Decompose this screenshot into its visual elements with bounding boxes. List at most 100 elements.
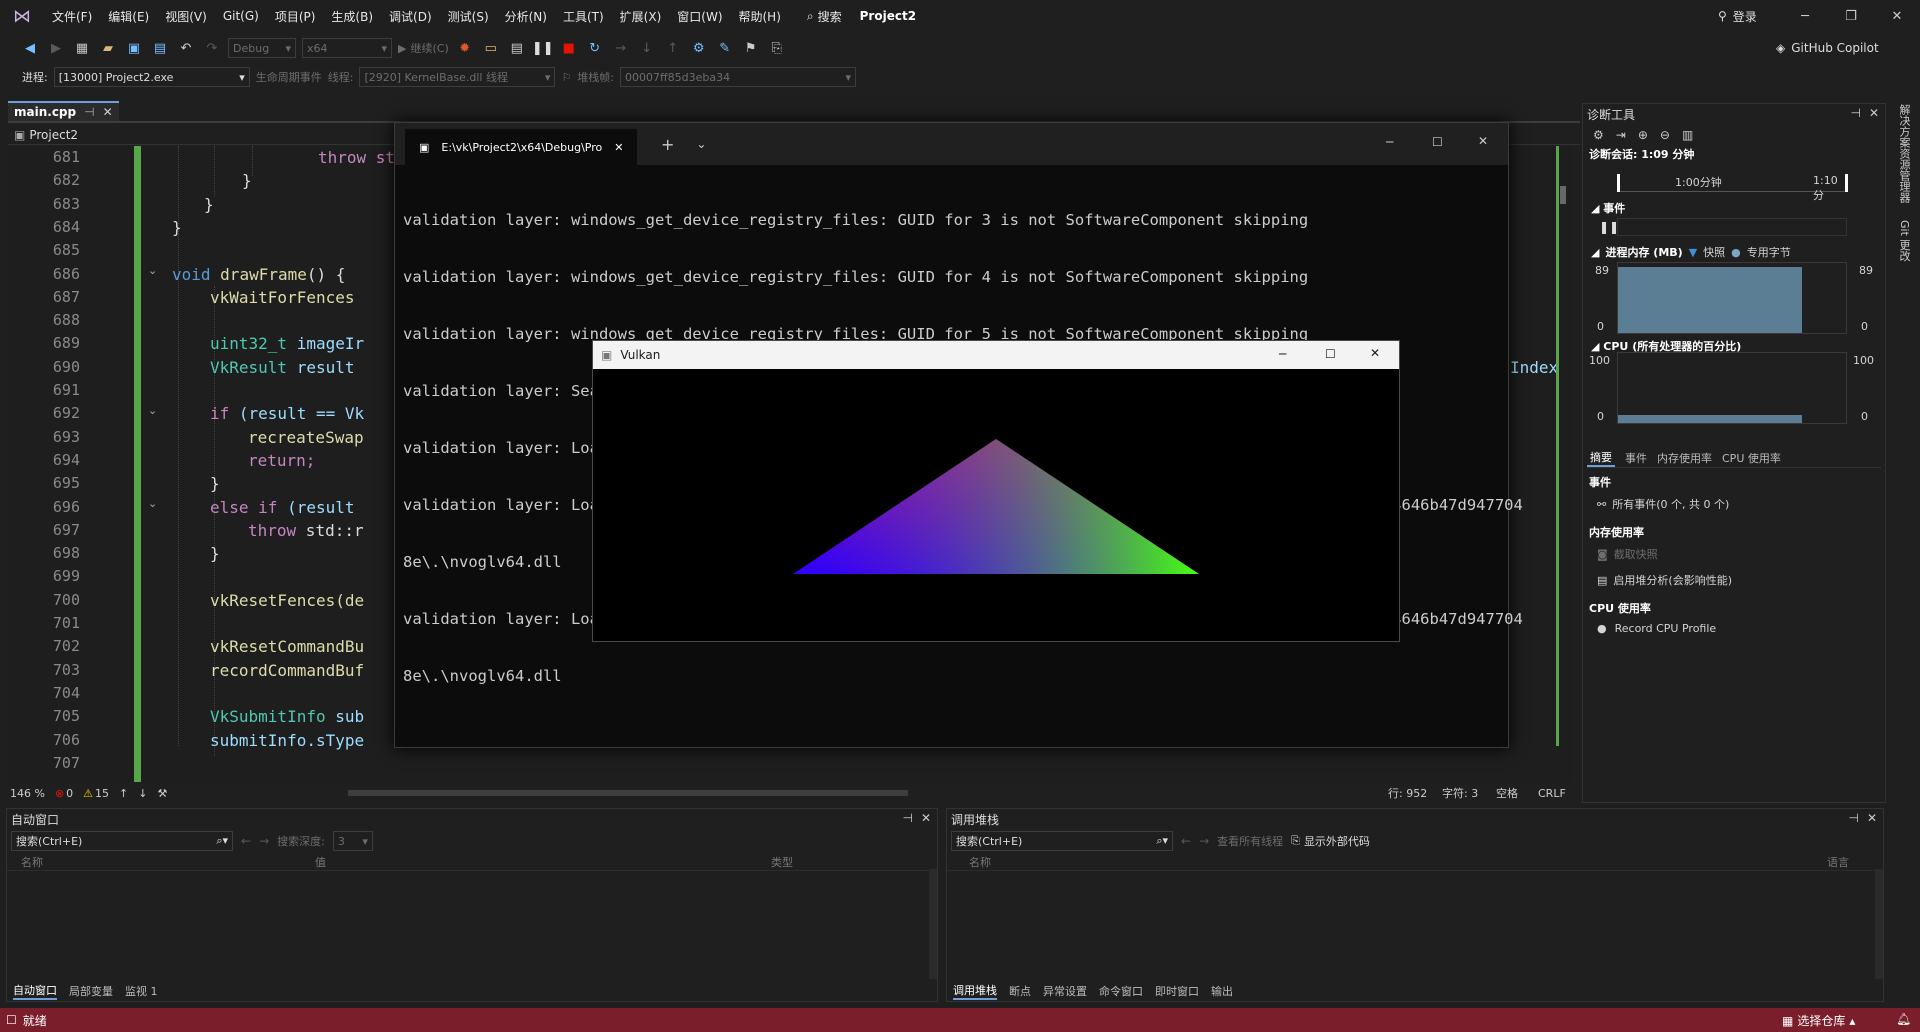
hex-icon[interactable]: ✎ [715, 38, 735, 58]
layout-icon[interactable]: ▤ [507, 38, 527, 58]
tab-memory-usage[interactable]: 内存使用率 [1657, 450, 1712, 466]
tab-cpu-usage[interactable]: CPU 使用率 [1722, 450, 1781, 466]
copilot-button[interactable]: ◈ GitHub Copilot [1776, 34, 1879, 62]
zoom-out-icon[interactable]: ⊖ [1660, 128, 1670, 142]
timeline-ruler[interactable]: 1:00分钟 1:10分 [1617, 174, 1848, 202]
callstack-scrollbar[interactable] [1875, 869, 1883, 979]
open-icon[interactable]: ▰ [98, 38, 118, 58]
tab-summary[interactable]: 摘要 [1587, 449, 1615, 467]
undo-icon[interactable]: ↶ [176, 38, 196, 58]
callstack-search-input[interactable]: 搜索(Ctrl+E) ⌕▾ [951, 831, 1173, 851]
fold-chevron-icon[interactable]: ⌄ [148, 264, 157, 277]
menu-file[interactable]: 文件(F) [44, 8, 100, 25]
depth-select[interactable]: 3 ▾ [332, 831, 373, 851]
forward-icon[interactable]: → [1199, 834, 1209, 848]
breakpoint-icon[interactable]: ⚑ [741, 38, 761, 58]
close-icon[interactable]: ✕ [921, 811, 931, 825]
process-select[interactable]: [13000] Project2.exe ▾ [53, 67, 250, 87]
restart-icon[interactable]: ↻ [585, 38, 605, 58]
heap-profiling-button[interactable]: ▤ 启用堆分析(会影响性能) [1597, 572, 1732, 588]
menu-analyze[interactable]: 分析(N) [497, 8, 555, 25]
chevron-down-icon[interactable]: ⌄ [696, 137, 706, 151]
tab-callstack[interactable]: 调用堆栈 [953, 982, 997, 1000]
bookmark-icon[interactable]: ⎘ [767, 38, 787, 58]
scrollbar-thumb[interactable] [1560, 186, 1566, 204]
fold-chevron-icon[interactable]: ⌄ [148, 404, 157, 417]
menu-window[interactable]: 窗口(W) [669, 8, 730, 25]
hot-reload-icon[interactable]: ✹ [455, 38, 475, 58]
tab-command-window[interactable]: 命令窗口 [1099, 983, 1143, 999]
login-button[interactable]: ⚲ 登录 [1718, 0, 1757, 32]
tab-main-cpp[interactable]: main.cpp ⊣ ✕ [8, 101, 119, 121]
select-repo-button[interactable]: ▦ 选择仓库 ▴ [1782, 1012, 1855, 1029]
tab-exception-settings[interactable]: 异常设置 [1043, 983, 1087, 999]
up-arrow-icon[interactable]: ↑ [119, 787, 128, 800]
events-track[interactable] [1617, 218, 1847, 236]
console-minimize-button[interactable]: ─ [1386, 135, 1393, 149]
cpu-graph[interactable] [1617, 352, 1847, 424]
new-tab-icon[interactable]: + [661, 135, 674, 154]
zoom-level[interactable]: 146 % [10, 787, 45, 800]
redo-icon[interactable]: ↷ [202, 38, 222, 58]
back-icon[interactable]: ← [1181, 834, 1191, 848]
solution-explorer-tab[interactable]: 解决方案资源管理器 [1896, 104, 1912, 203]
console-maximize-button[interactable]: ☐ [1432, 135, 1443, 149]
menu-git[interactable]: Git(G) [215, 9, 267, 23]
pin-icon[interactable]: ⊣ [1851, 106, 1861, 120]
back-icon[interactable]: ◀ [20, 38, 40, 58]
stack-frame-select[interactable]: 00007ff85d3eba34 ▾ [620, 67, 857, 87]
pause-icon[interactable]: ❚❚ [1599, 220, 1619, 234]
platform-select[interactable]: x64 ▾ [302, 38, 392, 58]
column-type[interactable]: 类型 [771, 854, 793, 870]
column-name[interactable]: 名称 [947, 854, 1827, 870]
step-out-icon[interactable]: ↑ [663, 38, 683, 58]
git-changes-tab[interactable]: Git 更改 [1896, 220, 1912, 261]
tab-events[interactable]: 事件 [1625, 450, 1647, 466]
console-tab[interactable]: ▣ E:\vk\Project2\x64\Debug\Pro ✕ [405, 129, 637, 165]
vulkan-maximize-button[interactable]: ☐ [1325, 347, 1336, 361]
menu-edit[interactable]: 编辑(E) [100, 8, 157, 25]
new-project-icon[interactable]: ▦ [72, 38, 92, 58]
tab-breakpoints[interactable]: 断点 [1009, 983, 1031, 999]
search-button[interactable]: ⌕ 搜索 [799, 8, 850, 25]
notifications-icon[interactable]: 🔔︎ [1896, 1012, 1911, 1026]
close-icon[interactable]: ✕ [1869, 106, 1879, 120]
pin-icon[interactable]: ⊣ [903, 811, 913, 825]
save-all-icon[interactable]: ▤ [150, 38, 170, 58]
error-count[interactable]: 0 [66, 787, 73, 800]
timeline-handle-left[interactable] [1617, 174, 1620, 192]
lifecycle-events[interactable]: 生命周期事件 [256, 69, 322, 85]
menu-project[interactable]: 项目(P) [267, 8, 324, 25]
tab-autos[interactable]: 自动窗口 [13, 982, 57, 1000]
tab-immediate-window[interactable]: 即时窗口 [1155, 983, 1199, 999]
step-into-icon[interactable]: ↓ [637, 38, 657, 58]
flag-icon[interactable]: ⚐ [561, 71, 571, 84]
tab-output[interactable]: 输出 [1211, 983, 1233, 999]
configuration-select[interactable]: Debug ▾ [228, 38, 296, 58]
diagnostics-icon[interactable]: ⚙ [689, 38, 709, 58]
autos-scrollbar[interactable] [929, 869, 937, 979]
menu-debug[interactable]: 调试(D) [381, 8, 440, 25]
vulkan-close-button[interactable]: ✕ [1370, 346, 1380, 360]
record-cpu-profile-button[interactable]: ● Record CPU Profile [1597, 622, 1716, 635]
chart-icon[interactable]: ▥ [1682, 128, 1693, 142]
close-icon[interactable]: ✕ [614, 141, 623, 154]
timeline-handle-right[interactable] [1845, 174, 1848, 192]
close-icon[interactable]: ✕ [103, 105, 113, 119]
continue-button[interactable]: ▶ 继续(C) [398, 40, 449, 56]
folder-icon[interactable]: ▭ [481, 38, 501, 58]
tab-locals[interactable]: 局部变量 [69, 983, 113, 999]
menu-help[interactable]: 帮助(H) [731, 8, 789, 25]
line-position[interactable]: 行: 952 [1388, 785, 1427, 801]
pin-icon[interactable]: ⊣ [84, 105, 94, 119]
column-name[interactable]: 名称 [7, 854, 315, 870]
back-icon[interactable]: ← [241, 834, 251, 848]
line-ending[interactable]: CRLF [1538, 787, 1566, 800]
column-language[interactable]: 语言 [1827, 854, 1849, 870]
vs-logo-icon[interactable]: ⋈ [0, 0, 44, 32]
show-external-code-button[interactable]: 显示外部代码 [1304, 833, 1370, 849]
horizontal-scrollbar[interactable] [348, 790, 908, 796]
thread-select[interactable]: [2920] KernelBase.dll 线程 ▾ [359, 67, 556, 87]
export-icon[interactable]: ⇥ [1616, 128, 1626, 142]
vulkan-window[interactable]: ▣ Vulkan ─ ☐ ✕ [592, 340, 1400, 642]
